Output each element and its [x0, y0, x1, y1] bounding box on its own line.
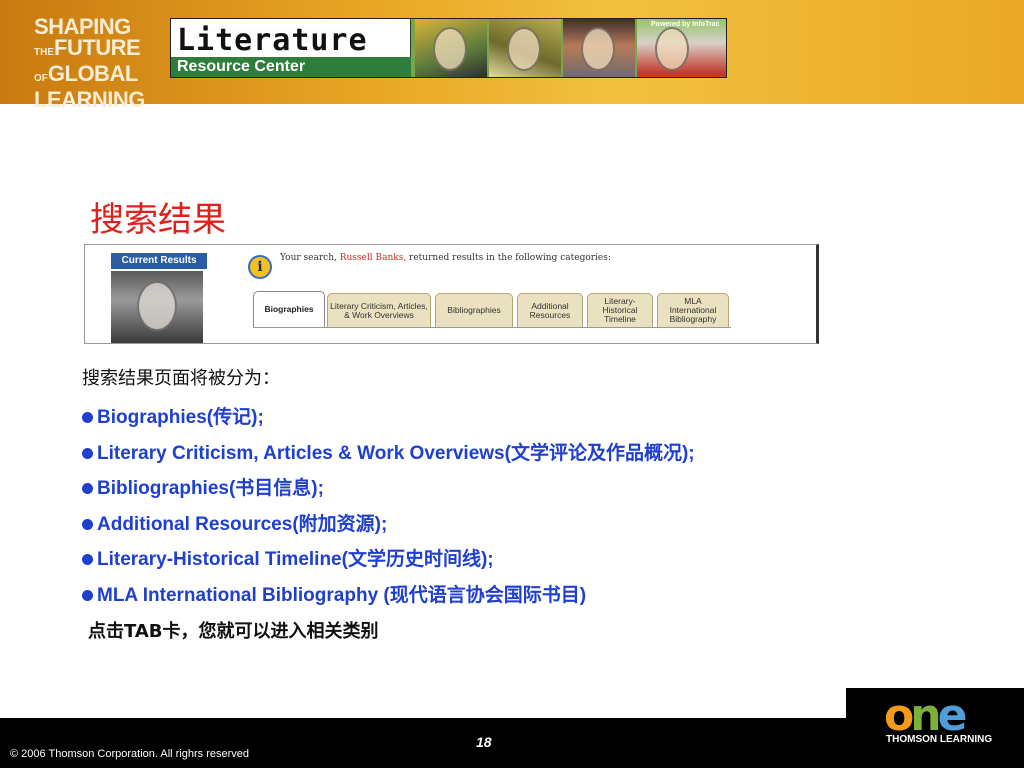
info-icon: i [248, 255, 272, 279]
list-item-text: Bibliographies(书目信息); [97, 478, 324, 499]
brand-line-5: GLOBAL [47, 61, 138, 86]
list-item-text: MLA International Bibliography (现代语言协会国际… [97, 584, 587, 606]
tab-baseline [253, 327, 731, 328]
tab-biographies[interactable]: Biographies [253, 291, 325, 327]
author-portrait-2 [489, 19, 561, 77]
search-message-prefix: Your search, [280, 253, 340, 263]
lrc-logo: Literature Resource Center [171, 19, 411, 77]
author-portrait-3 [563, 19, 635, 77]
brand-wordmark: SHAPING THEFUTURE OFGLOBAL LEARNING [34, 14, 166, 112]
list-item: Literary Criticism, Articles & Work Over… [82, 436, 695, 472]
tab-additional-resources[interactable]: Additional Resources [517, 293, 583, 327]
face-shape [507, 27, 541, 71]
search-term: Russell Banks, [339, 253, 407, 263]
face-shape [655, 27, 689, 71]
list-item: Additional Resources(附加资源); [82, 507, 695, 543]
list-item: Literary-Historical Timeline(文学历史时间线); [82, 542, 695, 578]
thomson-learning-label: THOMSON LEARNING [886, 734, 993, 745]
bullet-dot-icon [82, 483, 93, 495]
list-item-text: Literary-Historical Timeline(文学历史时间线); [97, 549, 494, 570]
tab-tip-text: 点击TAB卡，您就可以进入相关类别 [88, 621, 379, 642]
author-photo [111, 271, 203, 343]
face-shape [433, 27, 467, 71]
slide-title: 搜索结果 [90, 200, 226, 240]
literature-resource-center-banner: Literature Resource Center Powered by In… [170, 18, 727, 78]
bullet-dot-icon [82, 447, 93, 459]
brand-line-2: THE [34, 47, 54, 58]
lrc-title: Literature [177, 23, 368, 58]
tab-bibliographies[interactable]: Bibliographies [435, 293, 513, 327]
list-item-text: Biographies(传记); [97, 407, 264, 428]
author-portrait-1 [415, 19, 487, 77]
copyright-text: © 2006 Thomson Corporation. All righrs r… [10, 748, 250, 760]
powered-by-label: Powered by InfoTrac [651, 21, 720, 28]
tab-literary-criticism[interactable]: Literary Criticism, Articles, & Work Ove… [327, 293, 431, 327]
brand-line-4: OF [34, 73, 48, 84]
current-results-badge: Current Results [111, 253, 207, 269]
bullet-dot-icon [82, 412, 93, 424]
tab-literary-historical-timeline[interactable]: Literary-Historical Timeline [587, 293, 653, 327]
bullet-dot-icon [82, 518, 93, 530]
face-shape [137, 281, 177, 331]
intro-text: 搜索结果页面将被分为： [82, 368, 280, 389]
search-message-suffix: returned results in the following catego… [406, 253, 611, 263]
list-item: Biographies(传记); [82, 400, 695, 436]
list-item: MLA International Bibliography (现代语言协会国际… [82, 578, 695, 614]
body-content: 搜索结果页面将被分为： Biographies(传记); Literary Cr… [82, 364, 695, 643]
brand-line-6: LEARNING [34, 87, 145, 112]
brand-line-3: FUTURE [54, 35, 141, 60]
lrc-subtitle: Resource Center [171, 57, 411, 77]
bullet-dot-icon [82, 554, 93, 566]
header-band: SHAPING THEFUTURE OFGLOBAL LEARNING Lite… [0, 0, 1024, 111]
bullet-dot-icon [82, 589, 93, 601]
list-item: Bibliographies(书目信息); [82, 471, 695, 507]
page-number: 18 [476, 734, 492, 750]
category-list: Biographies(传记); Literary Criticism, Art… [82, 400, 695, 613]
one-thomson-learning-logo: one THOMSON LEARNING [846, 688, 1024, 768]
brand-line-1: SHAPING [34, 14, 131, 39]
face-shape [581, 27, 615, 71]
list-item-text: Additional Resources(附加资源); [97, 513, 388, 535]
tab-mla-bibliography[interactable]: MLA International Bibliography [657, 293, 729, 327]
search-results-screenshot: Current Results i Your search, Russell B… [84, 244, 819, 344]
search-message: Your search, Russell Banks, returned res… [280, 253, 611, 263]
list-item-text: Literary Criticism, Articles & Work Over… [97, 442, 695, 464]
